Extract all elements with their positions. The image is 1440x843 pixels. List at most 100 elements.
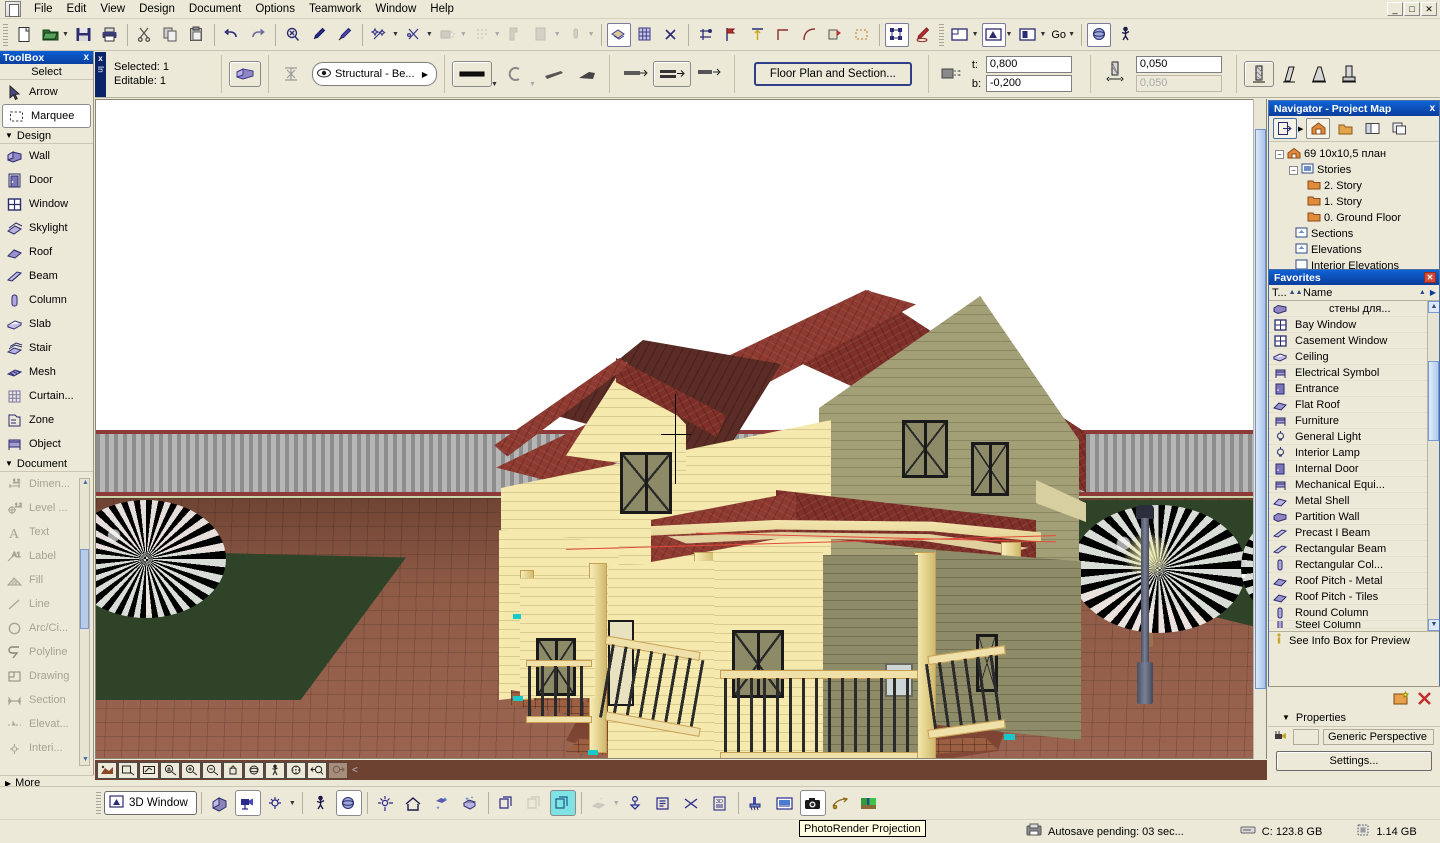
- navigator-close-icon[interactable]: x: [1429, 103, 1439, 114]
- view-map-icon[interactable]: [1333, 118, 1357, 139]
- tree-node-ground-floor[interactable]: 0. Ground Floor: [1275, 210, 1401, 226]
- tool-marquee[interactable]: Marquee: [2, 104, 91, 128]
- wall-straight-geometry-icon[interactable]: [616, 61, 653, 87]
- tool-slab[interactable]: Slab: [0, 312, 93, 336]
- layer-combo[interactable]: Structural - Be... ▶: [312, 62, 438, 86]
- viewport-scroll-thumb[interactable]: [1255, 129, 1266, 689]
- tree-node-stories[interactable]: − Stories: [1275, 162, 1401, 178]
- find-select-icon[interactable]: [281, 23, 305, 47]
- scroll-down-icon[interactable]: ▼: [1428, 619, 1439, 631]
- sort-asc-icon[interactable]: ▲: [1419, 289, 1426, 296]
- navigator-menu-icon[interactable]: [1273, 118, 1297, 139]
- expander-icon[interactable]: −: [1275, 149, 1284, 159]
- info-box-close-icon[interactable]: x: [98, 54, 102, 63]
- tree-node-project[interactable]: − 69 10x10,5 план: [1275, 146, 1401, 162]
- tool-curtain-wall[interactable]: Curtain...: [0, 384, 93, 408]
- tool-zone[interactable]: Zone: [0, 408, 93, 432]
- adjust-icon[interactable]: [772, 23, 796, 47]
- thickness-value-input[interactable]: 0,050: [1135, 56, 1222, 73]
- wall-profile-straight-icon[interactable]: [1243, 61, 1274, 87]
- document-expander-icon[interactable]: ▼: [5, 459, 13, 468]
- walk-icon[interactable]: [1113, 23, 1137, 47]
- tree-node-story-1[interactable]: 1. Story: [1275, 194, 1401, 210]
- menu-item-help[interactable]: Help: [423, 1, 461, 17]
- zoom-area-icon[interactable]: [118, 761, 138, 779]
- zoom-out-icon[interactable]: [202, 761, 222, 779]
- redo-icon[interactable]: [246, 23, 270, 47]
- toolbox-scrollbar[interactable]: ▲ ▼: [79, 478, 90, 766]
- tool-object[interactable]: Object: [0, 432, 93, 456]
- list-item[interactable]: Casement Window: [1269, 333, 1439, 349]
- column-type-label[interactable]: T...: [1272, 287, 1287, 299]
- drag-icon[interactable]: [720, 23, 744, 47]
- paste-icon[interactable]: [185, 23, 209, 47]
- fly-through-icon[interactable]: [828, 790, 854, 816]
- tool-roof[interactable]: Roof: [0, 240, 93, 264]
- project-map-icon[interactable]: [1306, 118, 1331, 139]
- bottom-value-input[interactable]: -0,200: [985, 75, 1072, 92]
- pencil-icon[interactable]: [911, 23, 935, 47]
- 3d-cutting-planes-icon[interactable]: [623, 790, 649, 816]
- photorender-projection-icon[interactable]: [799, 790, 826, 816]
- column-name-label[interactable]: Name: [1303, 287, 1332, 299]
- open-icon[interactable]: [38, 23, 62, 47]
- toolbar-grip[interactable]: [938, 23, 944, 46]
- floor-plan-window-icon[interactable]: [948, 23, 972, 47]
- list-item[interactable]: Interior Lamp: [1269, 445, 1439, 461]
- info-box-handle[interactable]: x In: [95, 51, 106, 97]
- toolbox-group-document[interactable]: ▼ Document: [0, 456, 93, 472]
- menu-item-edit[interactable]: Edit: [60, 1, 94, 17]
- floor-plan-dropdown-icon[interactable]: ▼: [972, 31, 979, 38]
- orbit-icon[interactable]: [335, 790, 362, 816]
- group-icon[interactable]: [884, 22, 909, 47]
- bottom-toolbar-grip[interactable]: [96, 792, 101, 814]
- trim-icon[interactable]: [402, 23, 426, 47]
- eyedropper-icon[interactable]: [307, 23, 331, 47]
- tree-node-elevations[interactable]: Elevations: [1275, 242, 1401, 258]
- favorites-list[interactable]: стены для... Bay Window Casement Window …: [1269, 301, 1439, 631]
- previous-zoom-icon[interactable]: [139, 761, 159, 779]
- 3d-projection-settings-icon[interactable]: [207, 790, 233, 816]
- paint-bucket-icon[interactable]: [744, 790, 770, 816]
- tool-mesh[interactable]: Mesh: [0, 360, 93, 384]
- 3d-effects-icon[interactable]: [457, 790, 483, 816]
- viewport-prev-arrow[interactable]: <: [352, 765, 358, 776]
- stretch-icon[interactable]: [824, 23, 848, 47]
- tool-beam[interactable]: Beam: [0, 264, 93, 288]
- copy-icon[interactable]: [159, 23, 183, 47]
- menu-item-window[interactable]: Window: [368, 1, 423, 17]
- list-item[interactable]: Mechanical Equi...: [1269, 477, 1439, 493]
- cut-icon[interactable]: [133, 23, 157, 47]
- list-item[interactable]: стены для...: [1269, 301, 1439, 317]
- menu-item-view[interactable]: View: [93, 1, 132, 17]
- sun-settings-icon[interactable]: [373, 790, 399, 816]
- menu-item-options[interactable]: Options: [248, 1, 302, 17]
- layer-dropdown-icon[interactable]: ▼: [554, 31, 561, 38]
- favorites-button[interactable]: [276, 61, 307, 87]
- expander-icon[interactable]: −: [1289, 165, 1298, 175]
- favorites-scroll-thumb[interactable]: [1428, 361, 1439, 441]
- pin-icon[interactable]: [564, 23, 588, 47]
- tree-node-story-2[interactable]: 2. Story: [1275, 178, 1401, 194]
- 3d-crossing-icon[interactable]: [679, 790, 705, 816]
- menu-item-teamwork[interactable]: Teamwork: [302, 1, 368, 17]
- delete-icon[interactable]: [1415, 690, 1434, 707]
- open-dropdown-icon[interactable]: ▼: [62, 31, 69, 38]
- new-favorite-icon[interactable]: [1392, 690, 1411, 707]
- maximize-button[interactable]: □: [1404, 2, 1420, 16]
- list-item[interactable]: Rectangular Col...: [1269, 557, 1439, 573]
- explore-icon[interactable]: [265, 761, 285, 779]
- menu-item-design[interactable]: Design: [132, 1, 182, 17]
- toolbox-close-icon[interactable]: x: [83, 52, 93, 63]
- previous-view-icon[interactable]: [307, 761, 327, 779]
- fill-icon[interactable]: [436, 23, 460, 47]
- layer-combo-arrow-icon[interactable]: ▶: [422, 70, 428, 79]
- list-item[interactable]: General Light: [1269, 429, 1439, 445]
- zoom-in-out-icon[interactable]: [160, 761, 180, 779]
- favorites-scrollbar[interactable]: ▲ ▼: [1427, 301, 1439, 631]
- solid-element-operations-icon[interactable]: [606, 22, 631, 47]
- 3d-filter-dropdown-icon[interactable]: ▼: [613, 800, 620, 807]
- wall-chained-geometry-icon[interactable]: [652, 61, 691, 87]
- list-item[interactable]: Roof Pitch - Metal: [1269, 573, 1439, 589]
- scroll-up-icon[interactable]: ▲: [81, 479, 90, 488]
